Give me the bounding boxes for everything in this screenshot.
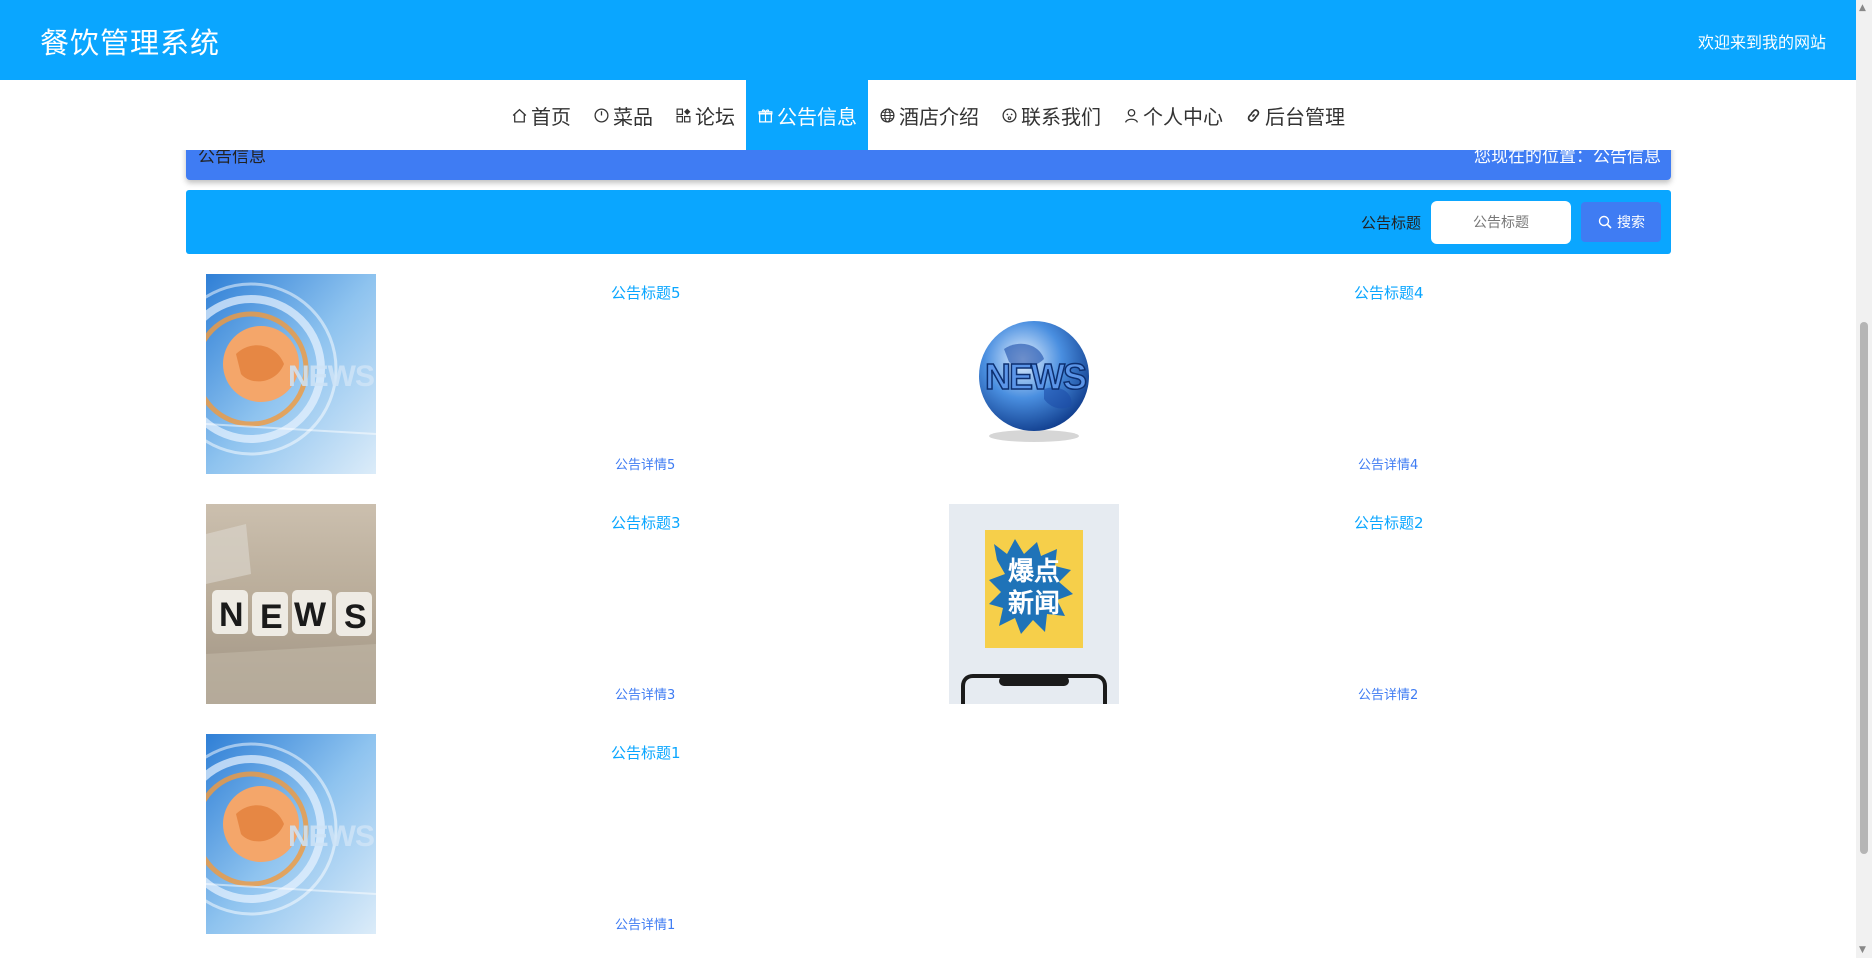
nav-item-label: 联系我们 — [1021, 104, 1101, 129]
grid-icon — [675, 107, 692, 124]
notice-item: NEWS 公告标题5 公告详情5 — [206, 274, 950, 474]
svg-text:S: S — [344, 598, 367, 636]
news-globe-image[interactable]: NEWS — [949, 274, 1119, 474]
notice-title[interactable]: 公告标题2 — [1354, 512, 1424, 533]
nav-item-contact[interactable]: 联系我们 — [990, 80, 1112, 150]
search-button-label: 搜索 — [1617, 214, 1645, 230]
page-scrollbar[interactable]: ▲ ▼ — [1856, 0, 1872, 958]
svg-text:E: E — [260, 598, 283, 636]
smile-icon — [1001, 107, 1018, 124]
user-icon — [1123, 107, 1140, 124]
nav-item-admin[interactable]: 后台管理 — [1234, 80, 1356, 150]
nav-item-label: 公告信息 — [777, 104, 857, 129]
nav-item-forum[interactable]: 论坛 — [664, 80, 746, 150]
notice-detail-link[interactable]: 公告详情2 — [1358, 684, 1418, 703]
nav-item-dishes[interactable]: 菜品 — [582, 80, 664, 150]
site-title[interactable]: 餐饮管理系统 — [40, 20, 220, 62]
search-bar: 公告标题 搜索 — [186, 190, 1671, 254]
search-icon — [1598, 215, 1612, 229]
news-broadcast-image[interactable]: NEWS — [206, 274, 376, 474]
notice-item: NEWS 公告标题1 公告详情1 — [206, 734, 950, 934]
nav-item-label: 论坛 — [695, 104, 735, 129]
nav-item-profile[interactable]: 个人中心 — [1112, 80, 1234, 150]
svg-text:NEWS: NEWS — [288, 820, 374, 853]
news-broadcast-image[interactable]: NEWS — [206, 734, 376, 934]
link-icon — [1245, 107, 1262, 124]
notice-title[interactable]: 公告标题5 — [611, 282, 681, 303]
svg-text:NEWS: NEWS — [985, 356, 1086, 397]
notice-detail-link[interactable]: 公告详情3 — [615, 684, 675, 703]
notice-detail-link[interactable]: 公告详情1 — [615, 914, 675, 933]
notice-detail-link[interactable]: 公告详情4 — [1358, 454, 1418, 473]
header: 餐饮管理系统 欢迎来到我的网站 — [0, 0, 1856, 80]
nav-item-home[interactable]: 首页 — [500, 80, 582, 150]
gift-icon — [757, 107, 774, 124]
clock-icon — [593, 107, 610, 124]
svg-text:W: W — [294, 596, 327, 634]
scroll-up-arrow-icon[interactable]: ▲ — [1859, 3, 1866, 13]
notice-detail-link[interactable]: 公告详情5 — [615, 454, 675, 473]
notice-title[interactable]: 公告标题4 — [1354, 282, 1424, 303]
breaking-news-poster-image[interactable]: 爆点 新闻 — [949, 504, 1119, 704]
scrollbar-thumb[interactable] — [1860, 322, 1868, 854]
nav-item-label: 个人中心 — [1143, 104, 1223, 129]
nav-item-label: 首页 — [531, 104, 571, 129]
search-input[interactable] — [1431, 201, 1571, 244]
notice-item: NEWS 公告标题4 公告详情4 — [949, 274, 1693, 474]
notice-item: 爆点 新闻 公告标题2 公告详情2 — [949, 504, 1693, 704]
poster-text-line-1: 爆点 — [1008, 556, 1060, 587]
news-cubes-image[interactable]: N E W S — [206, 504, 376, 704]
svg-text:N: N — [219, 596, 244, 634]
svg-text:NEWS: NEWS — [288, 360, 374, 393]
welcome-text: 欢迎来到我的网站 — [1697, 33, 1826, 52]
nav-item-hotel[interactable]: 酒店介绍 — [868, 80, 990, 150]
scroll-down-arrow-icon[interactable]: ▼ — [1859, 945, 1866, 955]
nav-item-notices[interactable]: 公告信息 — [746, 80, 868, 150]
search-label: 公告标题 — [1360, 214, 1421, 232]
nav-item-label: 菜品 — [613, 104, 653, 129]
search-button[interactable]: 搜索 — [1581, 202, 1661, 242]
notice-item: N E W S 公告标题3 公告详情3 — [206, 504, 950, 704]
nav-item-label: 酒店介绍 — [899, 104, 979, 129]
home-icon — [511, 107, 528, 124]
notice-title[interactable]: 公告标题3 — [611, 512, 681, 533]
poster-text-line-2: 新闻 — [1008, 588, 1060, 619]
notice-title[interactable]: 公告标题1 — [611, 742, 681, 763]
main-nav: 首页 菜品 论坛 公告信息 酒店介绍 联系我们 个人中心 后台管理 — [0, 80, 1856, 150]
globe-icon — [879, 107, 896, 124]
nav-item-label: 后台管理 — [1265, 104, 1345, 129]
